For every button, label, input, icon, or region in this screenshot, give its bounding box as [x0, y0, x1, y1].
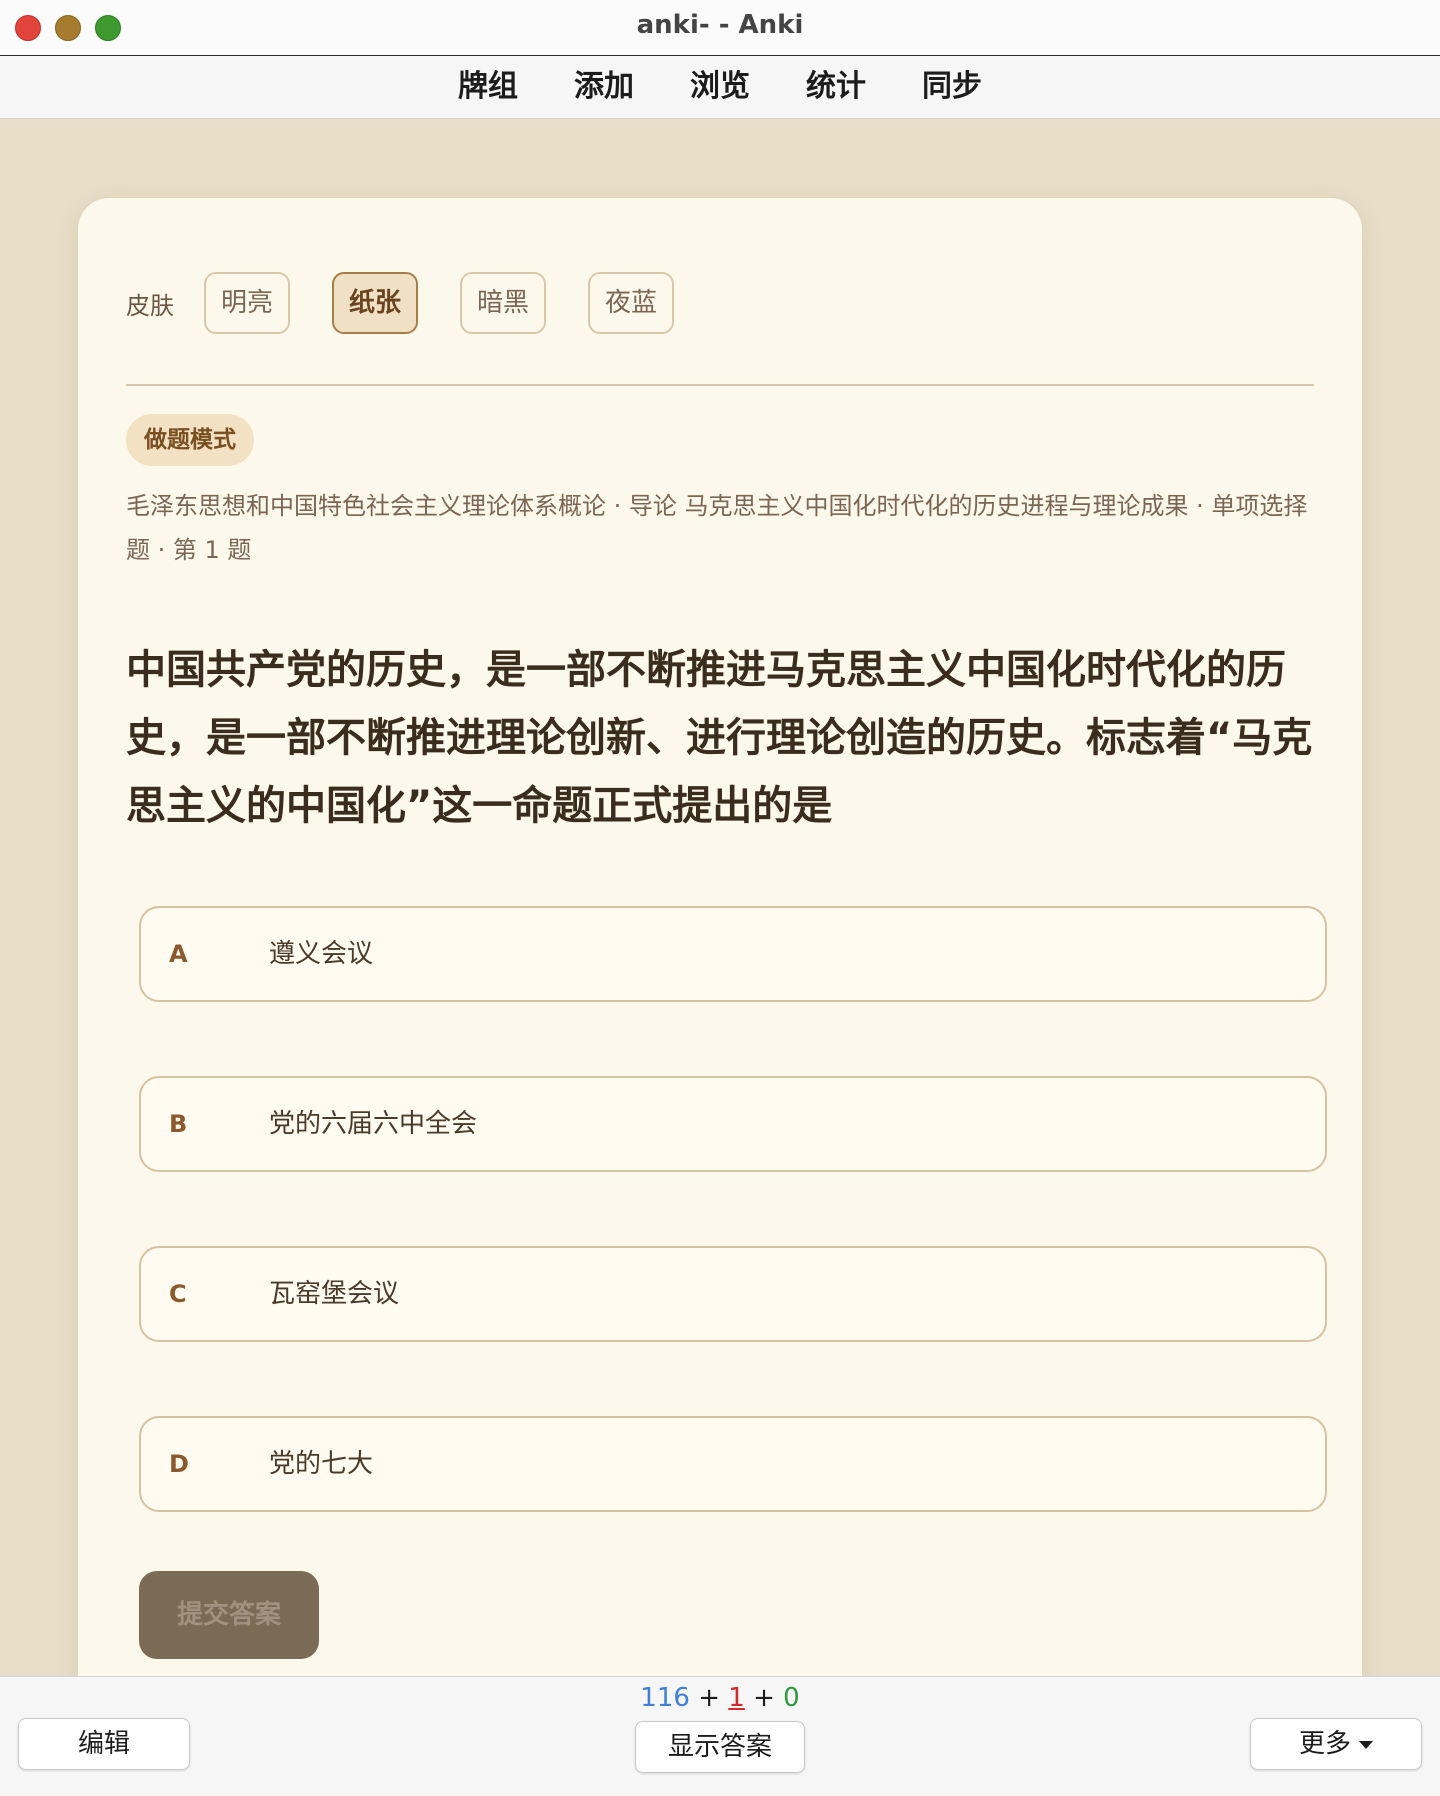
option-letter: A: [169, 940, 188, 968]
menu-sync[interactable]: 同步: [894, 56, 1010, 118]
edit-button[interactable]: 编辑: [18, 1718, 190, 1770]
title-bar: anki- - Anki: [0, 0, 1440, 56]
new-count: 116: [640, 1683, 690, 1713]
option-text: 瓦窑堡会议: [269, 1279, 400, 1309]
skin-paper-button[interactable]: 纸张: [332, 272, 418, 334]
more-label: 更多: [1298, 1729, 1351, 1759]
question-meta: 毛泽东思想和中国特色社会主义理论体系概论 · 导论 马克思主义中国化时代化的历史…: [126, 492, 1308, 564]
submit-answer-button[interactable]: 提交答案: [139, 1571, 319, 1659]
window-title: anki- - Anki: [636, 10, 804, 40]
question-text: 中国共产党的历史，是一部不断推进马克思主义中国化时代化的历史，是一部不断推进理论…: [126, 647, 1313, 829]
divider: [126, 384, 1314, 386]
question-card: 皮肤 明亮 纸张 暗黑 夜蓝 做题模式 毛泽东思想和中国特色社会主义理论体系概论…: [77, 197, 1363, 1676]
option-text: 党的七大: [269, 1449, 374, 1479]
menu-add[interactable]: 添加: [546, 56, 662, 118]
option-letter: C: [169, 1280, 187, 1308]
option-b[interactable]: B 党的六届六中全会: [139, 1076, 1327, 1172]
option-d[interactable]: D 党的七大: [139, 1416, 1327, 1512]
option-letter: B: [169, 1110, 188, 1138]
show-answer-button[interactable]: 显示答案: [635, 1721, 805, 1773]
anki-window: anki- - Anki 牌组 添加 浏览 统计 同步 皮肤 明亮 纸张 暗黑 …: [0, 0, 1440, 1796]
review-count: 0: [783, 1683, 800, 1713]
option-letter: D: [169, 1450, 189, 1478]
menu-stats[interactable]: 统计: [778, 56, 894, 118]
option-text: 遵义会议: [269, 939, 374, 969]
bottom-bar: 116 + 1 + 0 编辑 显示答案 更多: [0, 1676, 1440, 1796]
skin-label: 皮肤: [126, 291, 174, 320]
skin-selector: 皮肤 明亮 纸张 暗黑 夜蓝: [126, 272, 716, 334]
skin-night-blue-button[interactable]: 夜蓝: [588, 272, 674, 334]
mode-badge: 做题模式: [126, 414, 254, 466]
option-c[interactable]: C 瓦窑堡会议: [139, 1246, 1327, 1342]
skin-light-button[interactable]: 明亮: [204, 272, 290, 334]
count-separator: +: [744, 1683, 784, 1713]
skin-dark-button[interactable]: 暗黑: [460, 272, 546, 334]
menu-decks[interactable]: 牌组: [430, 56, 546, 118]
menu-browse[interactable]: 浏览: [662, 56, 778, 118]
learn-count: 1: [728, 1683, 745, 1713]
option-a[interactable]: A 遵义会议: [139, 906, 1327, 1002]
main-toolbar: 牌组 添加 浏览 统计 同步: [0, 56, 1440, 119]
card-counts: 116 + 1 + 0: [0, 1683, 1440, 1713]
reviewer-area: 皮肤 明亮 纸张 暗黑 夜蓝 做题模式 毛泽东思想和中国特色社会主义理论体系概论…: [0, 119, 1440, 1676]
option-text: 党的六届六中全会: [269, 1109, 478, 1139]
more-button[interactable]: 更多: [1250, 1718, 1422, 1770]
chevron-down-icon: [1359, 1740, 1373, 1749]
count-separator: +: [689, 1683, 729, 1713]
